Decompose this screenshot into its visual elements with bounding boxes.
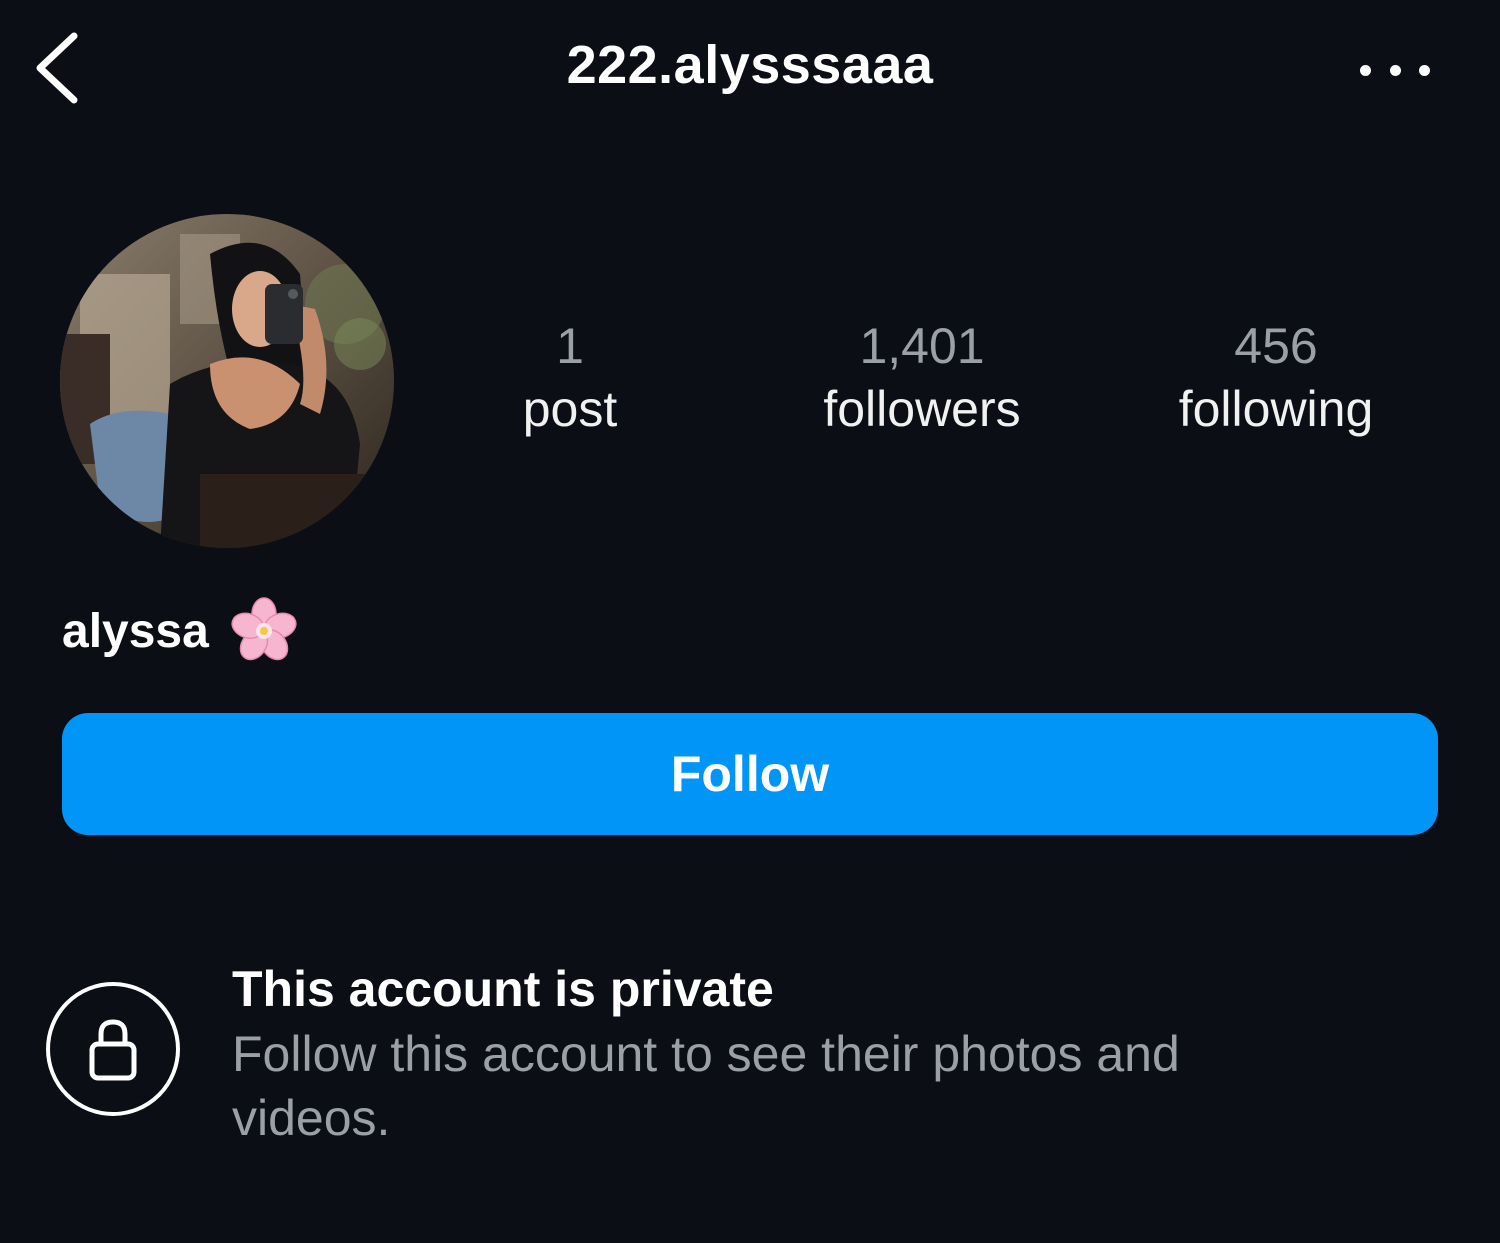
followers-stat[interactable]: 1,401 followers <box>772 316 1072 442</box>
following-count: 456 <box>1234 318 1318 374</box>
more-dot <box>1360 64 1371 76</box>
posts-count: 1 <box>556 318 584 374</box>
private-account-title: This account is private <box>232 961 774 1017</box>
private-lock-badge <box>46 982 180 1116</box>
cherry-blossom-icon <box>231 597 297 661</box>
follow-button[interactable]: Follow <box>62 713 1438 835</box>
lock-icon <box>89 1019 137 1081</box>
more-dot <box>1389 64 1401 76</box>
more-options-button[interactable] <box>1360 58 1430 82</box>
display-name: alyssa <box>62 604 209 658</box>
profile-username: 222.alysssaaa <box>566 35 934 95</box>
more-dot <box>1419 64 1430 76</box>
following-label: following <box>1178 381 1374 437</box>
posts-stat[interactable]: 1 post <box>420 316 720 442</box>
profile-page: 222.alysssaaa 1 post 1,401 followers 456… <box>0 0 1500 1243</box>
private-account-subtitle: Follow this account to see their photos … <box>232 1026 1180 1146</box>
avatar-photo <box>60 214 394 548</box>
posts-label: post <box>522 381 618 437</box>
display-name-row: alyssa <box>62 596 299 666</box>
avatar[interactable] <box>60 214 394 548</box>
followers-count: 1,401 <box>859 318 985 374</box>
following-stat[interactable]: 456 following <box>1126 316 1426 442</box>
followers-label: followers <box>823 381 1021 437</box>
